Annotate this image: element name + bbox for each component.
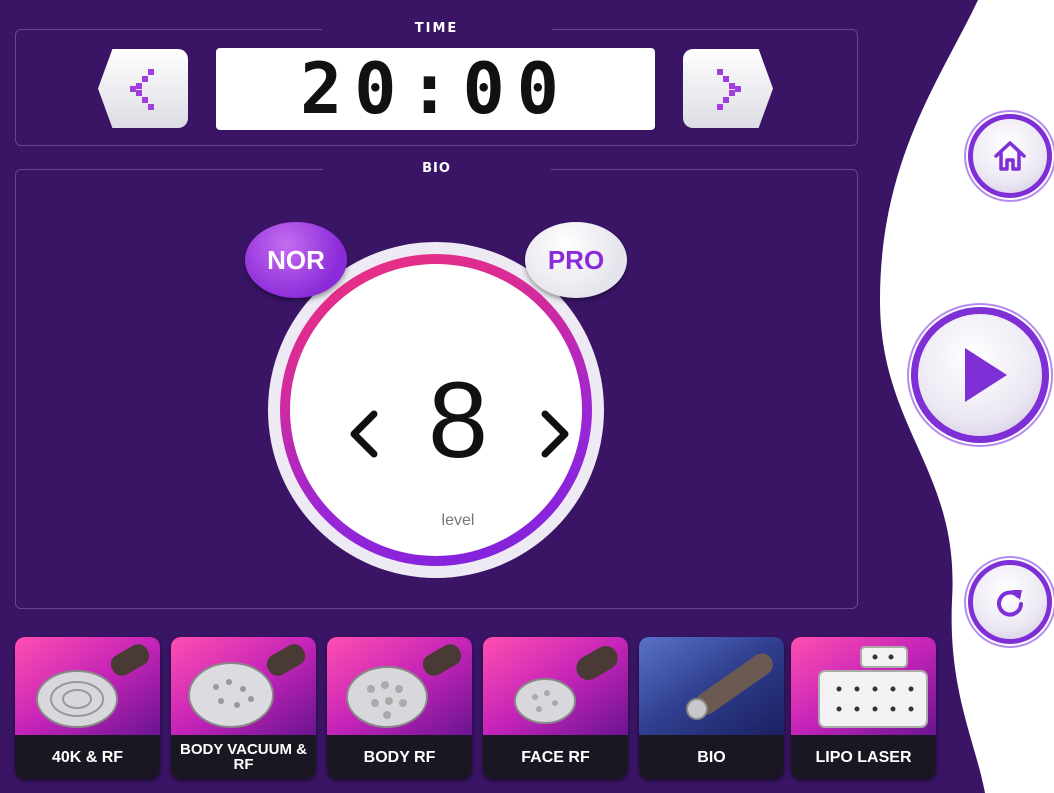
handpiece-body-vacuum-rf[interactable]: BODY VACUUM & RF [171, 637, 316, 779]
handpiece-face-rf[interactable]: FACE RF [483, 637, 628, 779]
handpiece-body-rf-image [327, 637, 472, 735]
time-display: 20:00 [216, 48, 655, 130]
level-increase-button[interactable] [533, 404, 577, 464]
handpiece-body-vacuum-rf-image [171, 637, 316, 735]
handpiece-lipo-laser-image [791, 637, 936, 735]
handpiece-bio-image [639, 637, 784, 735]
start-button[interactable] [911, 307, 1049, 443]
refresh-icon [997, 590, 1023, 617]
level-decrease-button[interactable] [342, 404, 386, 464]
level-value: 8 [427, 359, 489, 480]
handpiece-bar: 40K & RF BODY VACUUM & RF BODY RF FACE R… [15, 637, 936, 779]
level-label: level [441, 512, 475, 529]
level-face: 8 level [290, 264, 582, 556]
handpiece-40k-rf[interactable]: 40K & RF [15, 637, 160, 779]
chevron-right-icon [717, 68, 741, 110]
handpiece-body-rf[interactable]: BODY RF [327, 637, 472, 779]
time-increase-button[interactable] [683, 49, 773, 128]
chevron-left-icon [130, 68, 154, 110]
bio-panel-title: BIO [322, 161, 551, 176]
handpiece-label: LIPO LASER [791, 735, 936, 779]
handpiece-lipo-laser[interactable]: LIPO LASER [791, 637, 936, 779]
time-panel-title: TIME [321, 21, 552, 36]
handpiece-bio[interactable]: BIO [639, 637, 784, 779]
handpiece-label: BODY VACUUM & RF [171, 735, 316, 779]
handpiece-label: FACE RF [483, 735, 628, 779]
handpiece-label: BIO [639, 735, 784, 779]
mode-pro-button[interactable]: PRO [525, 222, 627, 298]
handpiece-label: 40K & RF [15, 735, 160, 779]
handpiece-face-rf-image [483, 637, 628, 735]
reset-button[interactable] [968, 560, 1052, 644]
home-button[interactable] [968, 114, 1052, 198]
time-decrease-button[interactable] [98, 49, 188, 128]
play-icon [965, 348, 1007, 402]
mode-nor-button[interactable]: NOR [245, 222, 347, 298]
home-icon [994, 141, 1026, 171]
handpiece-40k-rf-image [15, 637, 160, 735]
handpiece-label: BODY RF [327, 735, 472, 779]
